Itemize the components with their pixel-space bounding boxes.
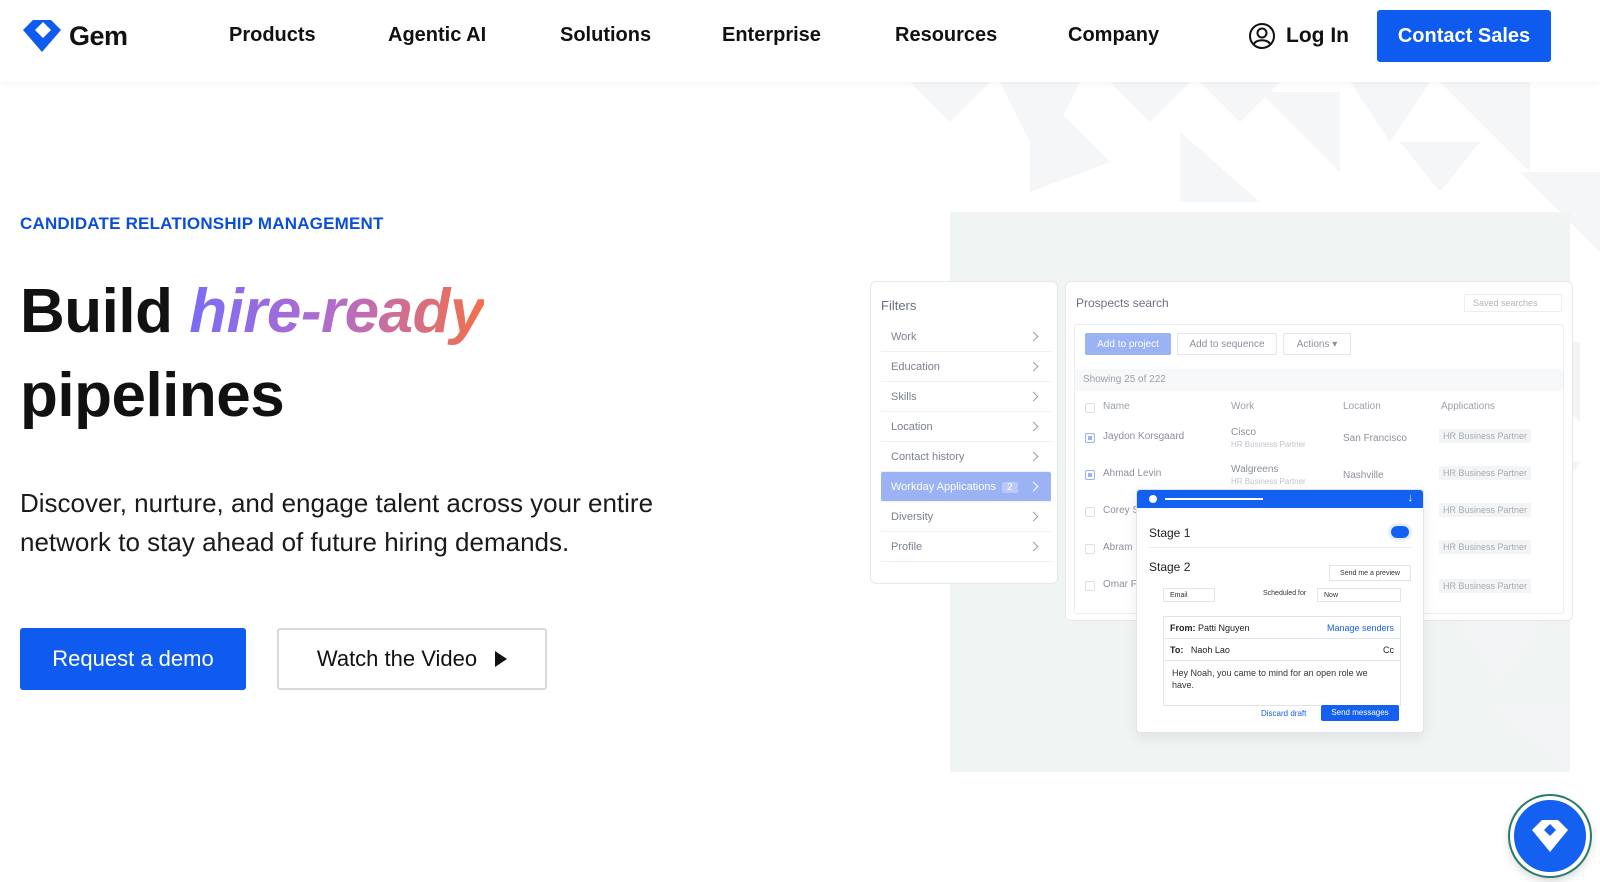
- row-application-tag: HR Business Partner: [1439, 579, 1532, 593]
- nav-products[interactable]: Products: [229, 24, 316, 47]
- sequence-editor: ↓ Stage 1 Stage 2 Send me a preview Emai…: [1136, 489, 1424, 733]
- row-location: San Francisco: [1343, 433, 1407, 444]
- stage1-toggle[interactable]: [1391, 526, 1409, 538]
- discard-draft-link[interactable]: Discard draft: [1261, 709, 1306, 718]
- nav-resources[interactable]: Resources: [895, 24, 997, 47]
- email-body[interactable]: Hey Noah, you came to mind for an open r…: [1172, 667, 1392, 691]
- column-applications: Applications: [1441, 401, 1495, 412]
- chevron-right-icon: [1028, 511, 1039, 522]
- scheduled-select[interactable]: Now: [1317, 588, 1401, 602]
- saved-searches-select[interactable]: Saved searches: [1464, 294, 1562, 312]
- gem-diamond-icon: [1532, 820, 1568, 852]
- cc-link[interactable]: Cc: [1383, 639, 1394, 661]
- actions-dropdown[interactable]: Actions ▾: [1283, 333, 1351, 355]
- row-application-tag: HR Business Partner: [1439, 540, 1532, 554]
- request-demo-button[interactable]: Request a demo: [20, 628, 246, 690]
- watch-video-button[interactable]: Watch the Video: [277, 628, 547, 690]
- select-all-checkbox[interactable]: [1085, 403, 1095, 413]
- row-checkbox[interactable]: [1085, 544, 1095, 554]
- chevron-right-icon: [1028, 541, 1039, 552]
- download-arrow-icon[interactable]: ↓: [1408, 492, 1414, 504]
- column-name: Name: [1103, 401, 1130, 412]
- filters-panel: Filters Work Education Skills Location C…: [870, 281, 1058, 584]
- filter-profile[interactable]: Profile: [881, 532, 1051, 562]
- sequence-step-dot: [1149, 495, 1157, 503]
- to-row[interactable]: To: Naoh Lao Cc: [1164, 639, 1400, 661]
- filter-education[interactable]: Education: [881, 352, 1051, 382]
- stage2-label: Stage 2: [1149, 560, 1191, 574]
- row-location: Nashville: [1343, 470, 1384, 481]
- prospects-title: Prospects search: [1076, 296, 1169, 310]
- user-circle-icon: [1249, 23, 1275, 49]
- headline-start: Build: [20, 277, 190, 346]
- top-navigation: Gem Products Agentic AI Solutions Enterp…: [0, 0, 1600, 82]
- scheduled-label: Scheduled for: [1263, 590, 1307, 597]
- chevron-right-icon: [1028, 421, 1039, 432]
- chevron-right-icon: [1028, 331, 1039, 342]
- chevron-right-icon: [1028, 361, 1039, 372]
- hero-subtitle: Discover, nurture, and engage talent acr…: [20, 488, 654, 557]
- row-checkbox[interactable]: [1085, 507, 1095, 517]
- send-messages-button[interactable]: Send messages: [1321, 705, 1399, 721]
- play-icon: [495, 651, 508, 667]
- from-row: From: Patti Nguyen Manage senders: [1164, 617, 1400, 639]
- chevron-right-icon: [1028, 391, 1039, 402]
- login-link[interactable]: Log In: [1248, 22, 1349, 50]
- sequence-header: ↓: [1137, 490, 1423, 508]
- row-work: Walgreens HR Business Partner: [1231, 464, 1306, 486]
- showing-count: Showing 25 of 222: [1075, 369, 1563, 391]
- row-checkbox[interactable]: [1085, 433, 1095, 443]
- nav-solutions[interactable]: Solutions: [560, 24, 651, 47]
- filter-skills[interactable]: Skills: [881, 382, 1051, 412]
- stage1-label: Stage 1: [1149, 526, 1191, 540]
- send-preview-button[interactable]: Send me a preview: [1329, 565, 1411, 581]
- row-name[interactable]: Jaydon Korsgaard: [1103, 431, 1184, 442]
- login-label: Log In: [1286, 24, 1349, 47]
- filter-diversity[interactable]: Diversity: [881, 502, 1051, 532]
- brand-name: Gem: [69, 20, 128, 51]
- email-composer: From: Patti Nguyen Manage senders To: Nao…: [1163, 616, 1401, 706]
- filter-work[interactable]: Work: [881, 322, 1051, 352]
- filter-count-badge: 2: [1001, 481, 1018, 493]
- row-application-tag: HR Business Partner: [1439, 503, 1532, 517]
- row-application-tag: HR Business Partner: [1439, 429, 1532, 443]
- row-checkbox[interactable]: [1085, 470, 1095, 480]
- filter-contact-history[interactable]: Contact history: [881, 442, 1051, 472]
- add-to-sequence-button[interactable]: Add to sequence: [1177, 333, 1277, 355]
- add-to-project-button[interactable]: Add to project: [1085, 333, 1171, 355]
- hero-headline: Build hire-ready pipelines: [20, 270, 485, 438]
- sequence-progress-line: [1165, 498, 1263, 500]
- row-name[interactable]: Corey S: [1103, 505, 1139, 516]
- watch-video-label: Watch the Video: [316, 646, 478, 671]
- chat-widget-button[interactable]: [1510, 796, 1590, 876]
- headline-highlight: hire-ready: [189, 277, 485, 346]
- headline-end: pipelines: [20, 361, 285, 430]
- row-work: Cisco HR Business Partner: [1231, 427, 1306, 449]
- channel-select[interactable]: Email: [1163, 588, 1215, 602]
- filter-workday-applications[interactable]: Workday Applications 2: [881, 472, 1051, 502]
- nav-enterprise[interactable]: Enterprise: [722, 24, 821, 47]
- gem-logo[interactable]: Gem: [21, 20, 128, 52]
- row-name[interactable]: Omar F: [1103, 579, 1137, 590]
- chevron-right-icon: [1028, 451, 1039, 462]
- chevron-right-icon: [1028, 481, 1039, 492]
- manage-senders-link[interactable]: Manage senders: [1327, 617, 1394, 639]
- row-name[interactable]: Abram: [1103, 542, 1132, 553]
- gem-diamond-icon: [23, 20, 61, 52]
- row-application-tag: HR Business Partner: [1439, 466, 1532, 480]
- row-name[interactable]: Ahmad Levin: [1103, 468, 1161, 479]
- row-checkbox[interactable]: [1085, 581, 1095, 591]
- hero-eyebrow: CANDIDATE RELATIONSHIP MANAGEMENT: [20, 214, 384, 233]
- contact-sales-button[interactable]: Contact Sales: [1377, 10, 1551, 62]
- nav-company[interactable]: Company: [1068, 24, 1159, 47]
- filter-location[interactable]: Location: [881, 412, 1051, 442]
- column-work: Work: [1231, 401, 1255, 412]
- filters-title: Filters: [881, 298, 917, 313]
- column-location: Location: [1343, 401, 1381, 412]
- nav-agentic-ai[interactable]: Agentic AI: [388, 24, 486, 47]
